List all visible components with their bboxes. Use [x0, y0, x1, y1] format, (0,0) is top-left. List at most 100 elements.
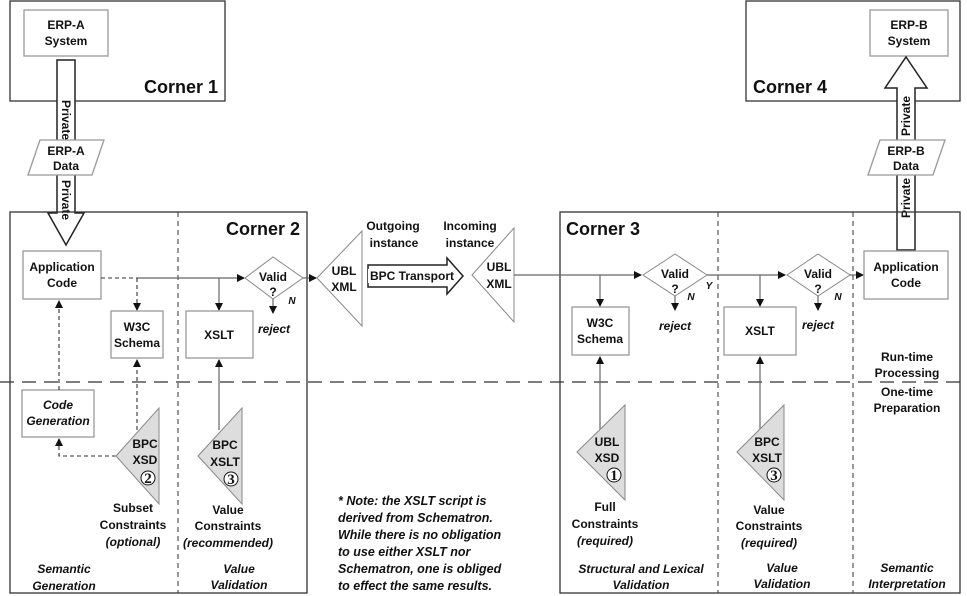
reject-label: reject: [659, 319, 692, 333]
note-line: * Note: the XSLT script is: [338, 494, 486, 508]
subset-constraints-label: Constraints: [100, 518, 167, 532]
application-code-label: Application: [29, 260, 94, 274]
xslt-label: XSLT: [204, 328, 234, 342]
onetime-preparation-label: Preparation: [874, 401, 941, 415]
step-number: 1: [610, 468, 618, 484]
w3c-schema-label: Schema: [577, 332, 623, 346]
bpc-xslt-label: XSLT: [752, 451, 782, 465]
incoming-instance-label: Incoming: [443, 219, 496, 233]
value-constraints-label: Constraints: [195, 519, 262, 533]
no-label: N: [834, 292, 842, 303]
runtime-processing-label: Processing: [875, 366, 940, 380]
valid-label: ?: [671, 282, 678, 296]
w3c-schema-label: W3C: [587, 316, 614, 330]
corner-2-label: Corner 2: [226, 219, 300, 239]
subset-constraints-label: (optional): [106, 535, 161, 549]
valid-label: ?: [814, 282, 821, 296]
erp-b-system-box: [869, 9, 949, 57]
erp-b-system-label: System: [888, 34, 931, 48]
application-code-label: Code: [47, 276, 77, 290]
valid-label: Valid: [804, 267, 832, 281]
reject-label: reject: [258, 322, 291, 336]
semantic-interpretation-label: Semantic: [880, 561, 934, 575]
note-line: derived from Schematron.: [338, 511, 493, 525]
runtime-processing-label: Run-time: [881, 350, 933, 364]
corner-3-label: Corner 3: [566, 219, 640, 239]
erp-a-data-label: Data: [53, 159, 79, 173]
value-validation-label: Validation: [754, 577, 811, 591]
private-label: Private: [59, 180, 73, 220]
w3c-schema-label: W3C: [124, 320, 151, 334]
bpc-xsd-label: XSD: [133, 453, 158, 467]
incoming-instance-label: instance: [446, 236, 495, 250]
value-constraints-label: (required): [741, 536, 797, 550]
structural-lexical-validation-label: Structural and Lexical: [578, 562, 704, 576]
outgoing-ubl-xml-document: [316, 229, 363, 328]
step-number: 3: [227, 472, 235, 488]
no-label: N: [687, 292, 695, 303]
valid-label: Valid: [259, 270, 287, 284]
corner-1-label: Corner 1: [144, 77, 218, 97]
note-line: to effect the same results.: [338, 579, 492, 593]
erp-a-system-label: System: [45, 34, 88, 48]
application-code-label: Code: [891, 276, 921, 290]
bpc-xslt-label: BPC: [754, 435, 780, 449]
erp-a-data-label: ERP-A: [47, 144, 85, 158]
note-text: * Note: the XSLT script is derived from …: [338, 494, 502, 593]
outgoing-instance-label: Outgoing: [366, 219, 419, 233]
application-code-box: [863, 250, 949, 300]
reject-label: reject: [802, 318, 835, 332]
step-number: 2: [144, 471, 152, 487]
value-constraints-label: (recommended): [183, 536, 273, 550]
note-line: to use either XSLT nor: [338, 545, 472, 559]
bpc-xslt-label: BPC: [212, 438, 238, 452]
ubl-xml-label: UBL: [332, 264, 357, 278]
erp-a-system-box: [23, 9, 109, 57]
application-code-box: [22, 250, 102, 300]
semantic-generation-label: Generation: [32, 579, 95, 593]
value-validation-label: Validation: [211, 578, 268, 592]
yes-label: Y: [706, 281, 714, 292]
erp-b-data-label: Data: [893, 159, 919, 173]
ubl-xsd-label: UBL: [595, 435, 620, 449]
note-line: While there is no obligation: [338, 528, 502, 542]
value-constraints-label: Constraints: [736, 519, 803, 533]
onetime-preparation-label: One-time: [881, 385, 933, 399]
subset-constraints-label: Subset: [113, 501, 153, 515]
value-constraints-label: Value: [753, 503, 785, 517]
valid-label: ?: [269, 285, 276, 299]
bpc-transport-label: BPC Transport: [370, 269, 454, 283]
note-line: Schematron, one is obliged: [338, 562, 502, 576]
bpc-xsd-label: BPC: [132, 437, 158, 451]
full-constraints-label: Constraints: [572, 517, 639, 531]
ubl-xml-label: XML: [331, 280, 356, 294]
outgoing-instance-label: instance: [370, 236, 419, 250]
application-code-label: Application: [873, 260, 938, 274]
ubl-validation-diagram: Corner 1 ERP-A System Private Private ER…: [0, 0, 967, 594]
value-validation-label: Value: [766, 561, 798, 575]
w3c-schema-box: [571, 306, 630, 356]
ubl-xml-label: XML: [486, 277, 511, 291]
xslt-label: XSLT: [745, 324, 775, 338]
corner-4-label: Corner 4: [753, 77, 827, 97]
ubl-xsd-label: XSD: [595, 451, 620, 465]
full-constraints-label: Full: [594, 500, 615, 514]
private-label: Private: [59, 100, 73, 140]
no-label: N: [288, 296, 296, 307]
ubl-xml-label: UBL: [487, 260, 512, 274]
code-generation-label: Generation: [26, 414, 89, 428]
value-validation-label: Value: [223, 562, 255, 576]
erp-a-system-label: ERP-A: [47, 18, 85, 32]
value-constraints-label: Value: [212, 503, 244, 517]
w3c-schema-box: [110, 310, 164, 359]
structural-lexical-validation-label: Validation: [613, 578, 670, 592]
semantic-interpretation-label: Interpretation: [868, 577, 945, 591]
valid-label: Valid: [661, 267, 689, 281]
w3c-schema-label: Schema: [114, 336, 160, 350]
private-label: Private: [899, 96, 913, 136]
connector-arrow: [55, 438, 116, 457]
full-constraints-label: (required): [577, 534, 633, 548]
erp-b-data-label: ERP-B: [887, 144, 925, 158]
bpc-xslt-label: XSLT: [210, 455, 240, 469]
code-generation-label: Code: [43, 398, 73, 412]
